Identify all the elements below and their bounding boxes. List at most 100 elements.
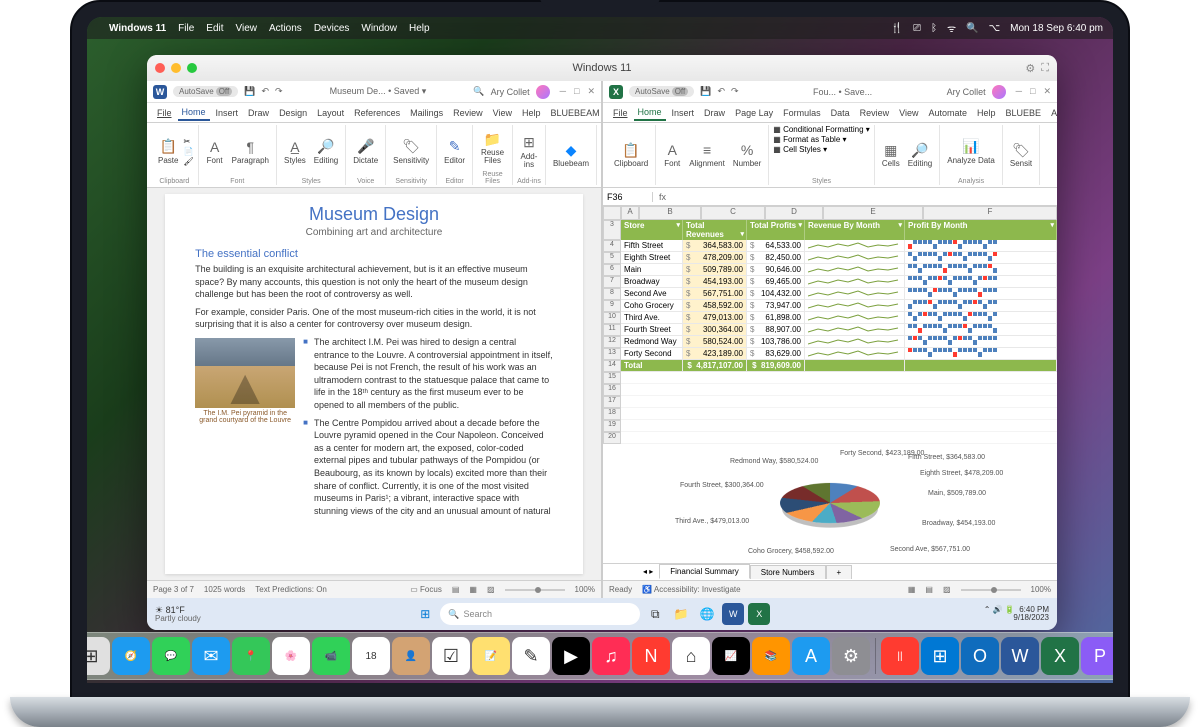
dock-settings-icon[interactable]: ⚙ [832,637,870,675]
reuse-button[interactable]: 📁Reuse Files [477,128,508,167]
dock-tv-icon[interactable]: ▶ [552,637,590,675]
save-icon[interactable]: 💾 [244,86,255,97]
font-button[interactable]: AFont [203,136,227,167]
dock-reminders-icon[interactable]: ☑ [432,637,470,675]
editing-button[interactable]: 🔎Editing [905,139,935,170]
tab-pagelayout[interactable]: Page Lay [731,106,777,120]
tab-insert[interactable]: Insert [668,106,699,120]
close-icon[interactable]: ✕ [1043,86,1051,97]
dock-books-icon[interactable]: 📚 [752,637,790,675]
tab-insert[interactable]: Insert [212,106,243,120]
text-predictions[interactable]: Text Predictions: On [255,585,327,594]
menubar-item[interactable]: Window [361,23,397,34]
search-icon[interactable]: 🔍 [473,86,484,97]
view-icon[interactable]: ▦ [908,585,916,594]
fx-icon[interactable]: fx [653,192,672,202]
cell-styles-button[interactable]: ▦ Cell Styles ▾ [773,145,827,154]
doc-name[interactable]: Museum De... [330,86,386,96]
explorer-icon[interactable]: 📁 [670,603,692,625]
dock-calendar-icon[interactable]: 18 [352,637,390,675]
format-table-button[interactable]: ▦ Format as Table ▾ [773,135,846,144]
user-name[interactable]: Ary Collet [491,87,530,97]
tray-icon[interactable]: ⌃ [984,605,991,614]
dock-outlook-icon[interactable]: O [961,637,999,675]
tab-home[interactable]: Home [634,105,666,121]
data-table[interactable]: 3StoreTotal RevenuesTotal ProfitsRevenue… [603,220,1057,444]
user-name[interactable]: Ary Collet [947,87,986,97]
doc-name[interactable]: Fou... • Save... [813,87,872,97]
weather-widget[interactable]: ☀ 81°F Partly cloudy [155,606,201,623]
vm-titlebar[interactable]: Windows 11 ⚙ ⛶ [147,55,1057,81]
tab-draw[interactable]: Draw [244,106,273,120]
autosave-toggle[interactable]: AutoSaveOff [629,86,694,97]
tab-help[interactable]: Help [973,106,1000,120]
sheet-tab[interactable]: Store Numbers [750,565,826,579]
dock-facetime-icon[interactable]: 📹 [312,637,350,675]
dock-maps-icon[interactable]: 📍 [232,637,270,675]
maximize-icon[interactable]: □ [1030,86,1035,97]
tab-acrobat[interactable]: Acrobat [1047,106,1057,120]
excel-grid[interactable]: A B C D E F 3StoreTotal RevenuesTotal Pr… [603,206,1057,580]
wifi-icon[interactable]: ᯤ [947,21,956,35]
paste-button[interactable]: 📋Clipboard [611,139,651,170]
tab-review[interactable]: Review [449,106,487,120]
close-button[interactable] [155,63,165,73]
view-icon[interactable]: ▦ [469,585,477,594]
format-painter-icon[interactable]: 🖌 [183,157,193,166]
revenue-pie-chart[interactable]: Forty Second, $423,189.00Fifth Street, $… [670,448,990,559]
menubar-item[interactable]: Devices [314,23,350,34]
edge-icon[interactable]: 🌐 [696,603,718,625]
menubar-app-name[interactable]: Windows 11 [109,23,166,34]
tab-automate[interactable]: Automate [925,106,972,120]
tab-bluebeam[interactable]: BLUEBE [1002,106,1046,120]
view-icon[interactable]: ▤ [452,585,460,594]
view-icon[interactable]: ▤ [925,585,933,594]
focus-mode[interactable]: ▭ Focus [410,585,442,594]
dock-photos-icon[interactable]: 🌸 [272,637,310,675]
tab-view[interactable]: View [489,106,516,120]
dock-contacts-icon[interactable]: 👤 [392,637,430,675]
minimize-icon[interactable]: ─ [1016,86,1022,97]
save-icon[interactable]: 💾 [700,86,711,97]
view-icon[interactable]: ▨ [487,585,495,594]
dock-messages-icon[interactable]: 💬 [152,637,190,675]
new-sheet-button[interactable]: + [826,565,853,579]
fullscreen-button[interactable] [187,63,197,73]
tab-data[interactable]: Data [827,106,854,120]
tab-view[interactable]: View [895,106,922,120]
sensitivity-button[interactable]: 🏷Sensit [1007,139,1035,170]
menubar-item[interactable]: Help [409,23,430,34]
minimize-icon[interactable]: ─ [560,86,566,97]
dictate-button[interactable]: 🎤Dictate [350,136,381,167]
dock-windows-icon[interactable]: ⊞ [921,637,959,675]
autosave-toggle[interactable]: AutoSaveOff [173,86,238,97]
system-tray[interactable]: ⌃ 🔊 🔋 6:40 PM 9/18/2023 [984,606,1049,622]
tab-formulas[interactable]: Formulas [779,106,825,120]
tab-layout[interactable]: Layout [313,106,348,120]
close-icon[interactable]: ✕ [587,86,595,97]
dock-safari-icon[interactable]: 🧭 [112,637,150,675]
zoom-slider[interactable] [961,589,1021,591]
paste-button[interactable]: 📋Paste [155,136,181,167]
dock-excel-icon[interactable]: X [1041,637,1079,675]
dock-notes-icon[interactable]: 📝 [472,637,510,675]
tab-file[interactable]: File [609,106,632,120]
dock-word-icon[interactable]: W [1001,637,1039,675]
paragraph-button[interactable]: ¶Paragraph [229,136,272,167]
zoom-slider[interactable] [505,589,565,591]
accessibility[interactable]: ♿ Accessibility: Investigate [642,585,740,594]
editor-button[interactable]: ✎Editor [441,136,468,167]
bluetooth-icon[interactable]: ᛒ [931,23,937,34]
menubar-item[interactable]: Edit [206,23,223,34]
alignment-button[interactable]: ≡Alignment [686,139,728,170]
tab-draw[interactable]: Draw [700,106,729,120]
user-avatar-icon[interactable] [992,85,1006,99]
cells-button[interactable]: ▦Cells [879,139,903,170]
menubar-item[interactable]: File [178,23,194,34]
word-taskbar-icon[interactable]: W [722,603,744,625]
cond-format-button[interactable]: ▦ Conditional Formatting ▾ [773,125,870,134]
settings-icon[interactable]: ⚙ [1025,62,1035,75]
styles-button[interactable]: A̲Styles [281,136,309,167]
undo-icon[interactable]: ↶ [717,86,725,97]
tab-mailings[interactable]: Mailings [406,106,447,120]
